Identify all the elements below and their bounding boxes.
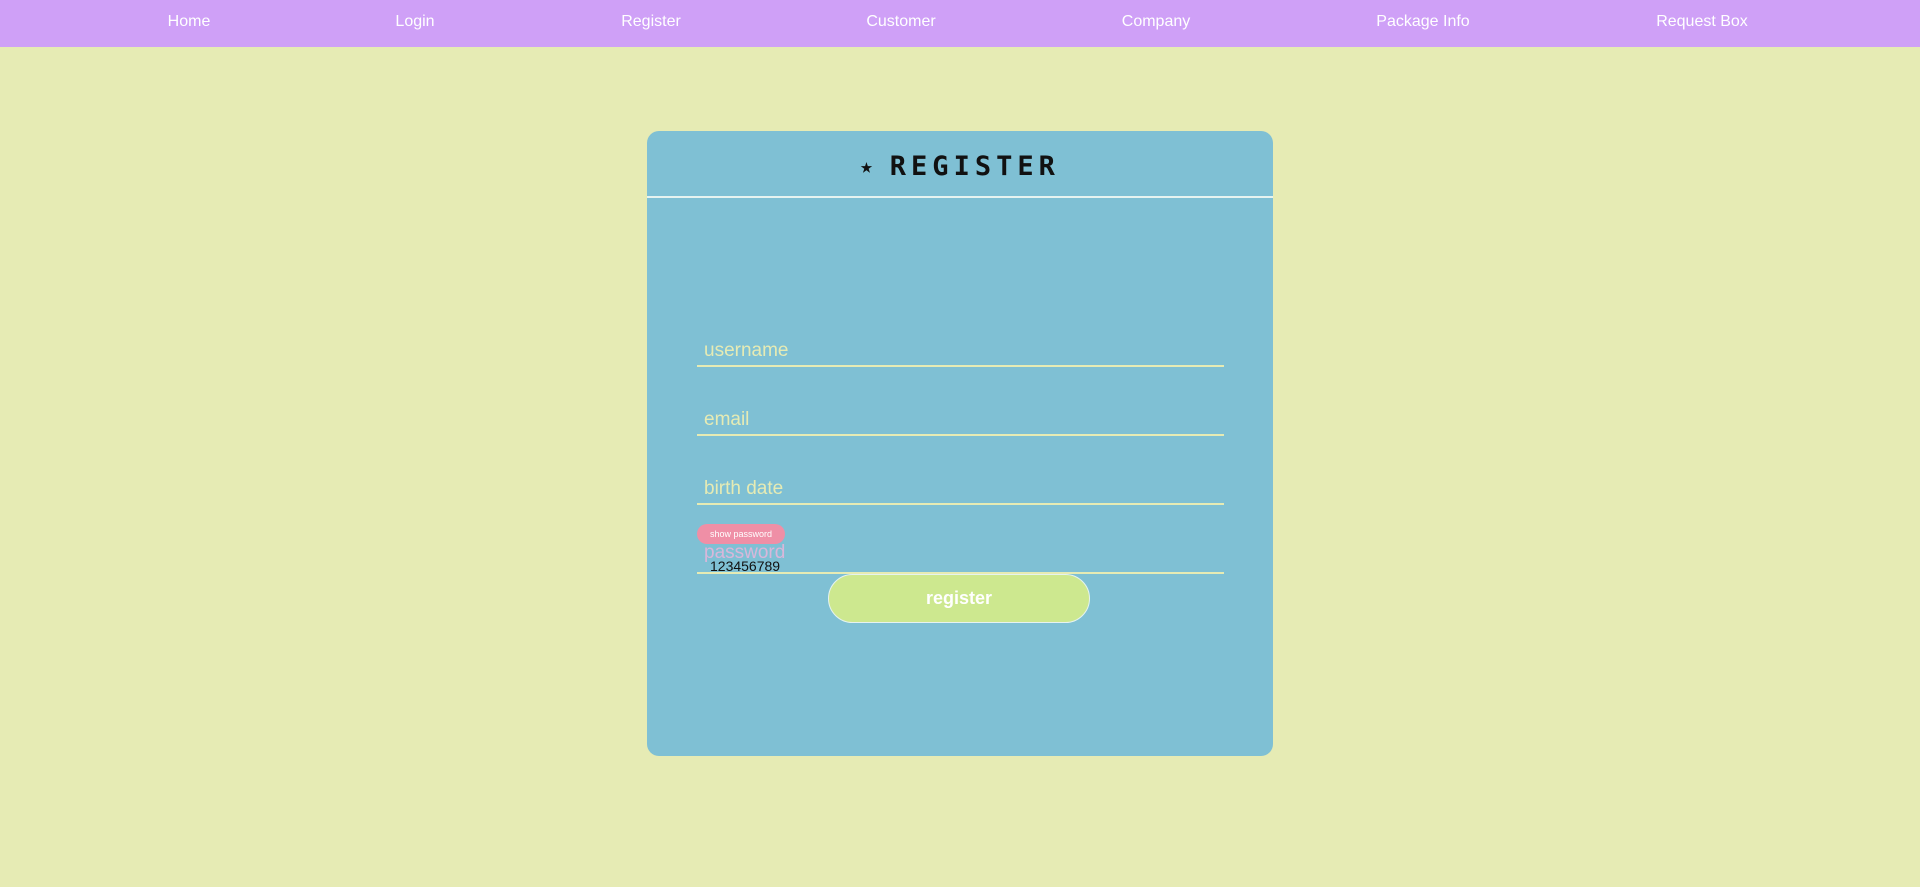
register-title: ★ REGISTER [647,151,1273,182]
nav-link-package-info[interactable]: Package Info [1376,0,1469,45]
email-field: email [697,404,1224,436]
birth-date-field: birth date [697,473,1224,505]
email-input[interactable] [697,404,1224,434]
nav-link-company[interactable]: Company [1122,0,1190,45]
register-card: ★ REGISTER username email birth date pass… [647,131,1273,756]
star-icon: ★ [860,154,878,178]
username-field: username [697,335,1224,367]
register-card-header: ★ REGISTER [647,131,1273,198]
nav-link-request-box[interactable]: Request Box [1656,0,1748,45]
top-navbar: Home Login Register Customer Company Pac… [0,0,1920,47]
register-submit-button[interactable]: register [828,574,1090,623]
password-input[interactable] [697,558,1224,574]
nav-link-register[interactable]: Register [621,0,681,45]
register-title-text: REGISTER [889,151,1060,182]
nav-link-login[interactable]: Login [395,0,434,45]
birth-date-input[interactable] [697,473,1224,503]
password-field-box: password [697,542,1224,574]
username-input[interactable] [697,335,1224,365]
nav-link-customer[interactable]: Customer [866,0,935,45]
show-password-button[interactable]: show password [697,524,785,544]
nav-link-home[interactable]: Home [168,0,211,45]
